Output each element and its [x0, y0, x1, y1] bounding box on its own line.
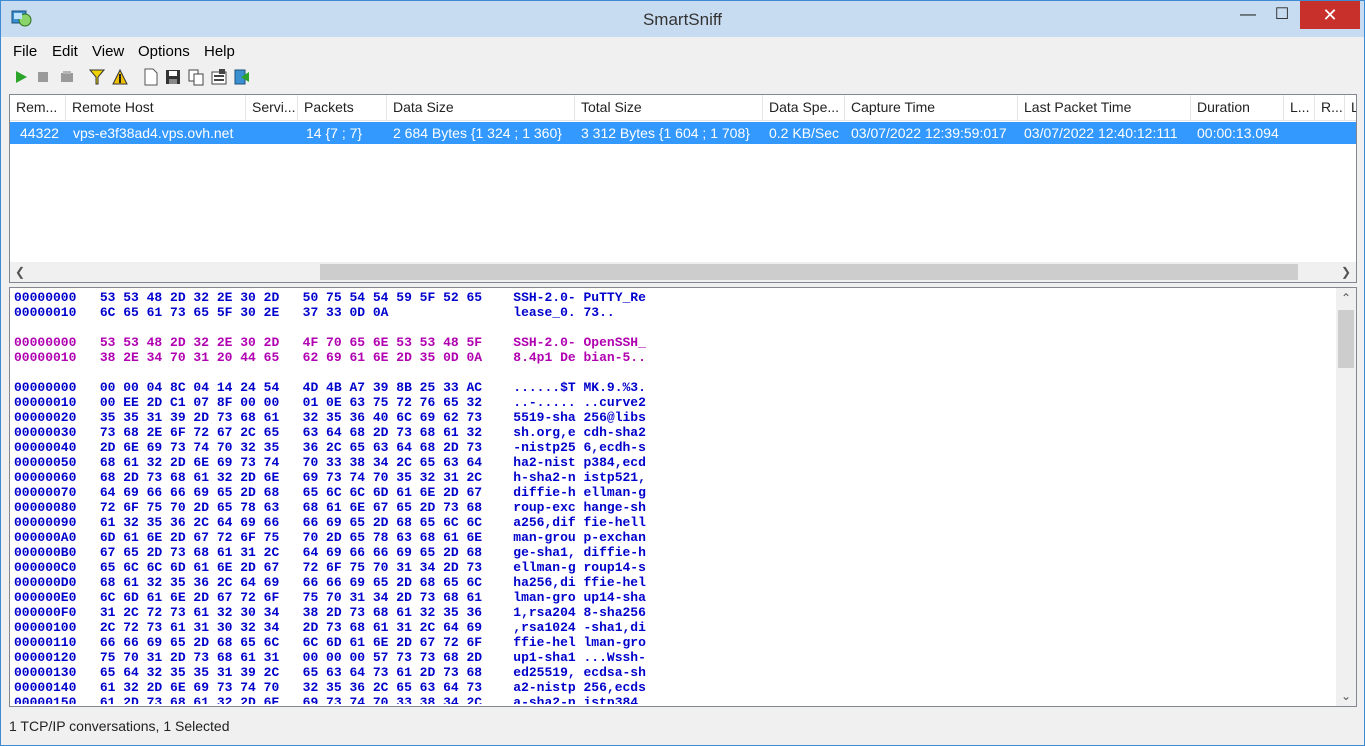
hex-dump-content: 00000000 53 53 48 2D 32 2E 30 2D 50 75 5… [14, 290, 1324, 704]
col-last-packet-time[interactable]: Last Packet Time [1018, 95, 1191, 120]
cell-duration: 00:00:13.094 [1197, 125, 1279, 141]
hex-line: 00000090 61 32 35 36 2C 64 69 66 66 69 6… [14, 515, 646, 530]
col-remote-port[interactable]: Rem... [10, 95, 66, 120]
hex-line: 00000000 53 53 48 2D 32 2E 30 2D 4F 70 6… [14, 335, 646, 350]
conversations-list[interactable]: Rem... Remote Host Servi... Packets Data… [9, 94, 1357, 283]
close-button[interactable]: ✕ [1300, 1, 1360, 29]
status-bar: 1 TCP/IP conversations, 1 Selected [9, 718, 230, 734]
hex-separator [14, 320, 1324, 335]
hex-line: 00000140 61 32 2D 6E 69 73 74 70 32 35 3… [14, 680, 646, 695]
scroll-up-icon[interactable]: ⌃ [1336, 288, 1356, 308]
start-capture-icon[interactable] [12, 68, 30, 86]
menu-options[interactable]: Options [138, 43, 190, 60]
cell-data-speed: 0.2 KB/Sec [769, 125, 840, 141]
hex-line: 00000030 73 68 2E 6F 72 67 2C 65 63 64 6… [14, 425, 646, 440]
col-data-size[interactable]: Data Size [387, 95, 575, 120]
col-local-port[interactable]: L [1345, 95, 1356, 120]
hex-line: 00000060 68 2D 73 68 61 32 2D 6E 69 73 7… [14, 470, 646, 485]
col-remote-address[interactable]: R... [1315, 95, 1345, 120]
toolbar [9, 65, 1359, 89]
hex-line: 00000010 38 2E 34 70 31 20 44 65 62 69 6… [14, 350, 646, 365]
hex-line: 00000040 2D 6E 69 73 74 70 32 35 36 2C 6… [14, 440, 646, 455]
scroll-right-icon[interactable]: ❯ [1336, 262, 1356, 282]
cell-total-size: 3 312 Bytes {1 604 ; 1 708} [581, 125, 750, 141]
hex-dump-pane[interactable]: 00000000 53 53 48 2D 32 2E 30 2D 50 75 5… [9, 287, 1357, 707]
new-icon[interactable] [142, 68, 160, 86]
menu-view[interactable]: View [92, 43, 124, 60]
horizontal-scrollbar[interactable]: ❮ ❯ [10, 262, 1356, 282]
hex-line: 00000000 53 53 48 2D 32 2E 30 2D 50 75 5… [14, 290, 646, 305]
hex-line: 00000010 00 EE 2D C1 07 8F 00 00 01 0E 6… [14, 395, 646, 410]
cell-data-size: 2 684 Bytes {1 324 ; 1 360} [393, 125, 562, 141]
list-header: Rem... Remote Host Servi... Packets Data… [10, 95, 1356, 121]
horizontal-scroll-thumb[interactable] [320, 264, 1298, 280]
hex-line: 00000100 2C 72 73 61 31 30 32 34 2D 73 6… [14, 620, 646, 635]
hex-line: 00000110 66 66 69 65 2D 68 65 6C 6C 6D 6… [14, 635, 646, 650]
cell-capture-time: 03/07/2022 12:39:59:017 [851, 125, 1007, 141]
hex-line: 000000F0 31 2C 72 73 61 32 30 34 38 2D 7… [14, 605, 646, 620]
exit-icon[interactable] [233, 68, 251, 86]
hex-line: 000000C0 65 6C 6C 6D 61 6E 2D 67 72 6F 7… [14, 560, 646, 575]
properties-icon[interactable] [210, 68, 228, 86]
copy-icon[interactable] [187, 68, 205, 86]
pause-icon[interactable] [58, 68, 76, 86]
menu-edit[interactable]: Edit [52, 43, 78, 60]
cell-remote-port: 44322 [20, 125, 59, 141]
col-duration[interactable]: Duration [1191, 95, 1284, 120]
maximize-button[interactable]: ☐ [1266, 1, 1298, 29]
scroll-down-icon[interactable]: ⌄ [1336, 686, 1356, 706]
title-bar[interactable]: SmartSniff — ☐ ✕ [1, 1, 1364, 37]
cell-last-packet-time: 03/07/2022 12:40:12:111 [1024, 125, 1178, 141]
col-remote-host[interactable]: Remote Host [66, 95, 246, 120]
hex-line: 000000B0 67 65 2D 73 68 61 31 2C 64 69 6… [14, 545, 646, 560]
display-filter-icon[interactable] [111, 68, 129, 86]
hex-line: 00000050 68 61 32 2D 6E 69 73 74 70 33 3… [14, 455, 646, 470]
table-row[interactable]: 44322 vps-e3f38ad4.vps.ovh.net 14 {7 ; 7… [10, 122, 1356, 144]
hex-line: 00000070 64 69 66 66 69 65 2D 68 65 6C 6… [14, 485, 646, 500]
menu-bar: File Edit View Options Help [9, 39, 1359, 63]
save-icon[interactable] [164, 68, 182, 86]
hex-line: 000000D0 68 61 32 35 36 2C 64 69 66 66 6… [14, 575, 646, 590]
hex-line: 000000E0 6C 6D 61 6E 2D 67 72 6F 75 70 3… [14, 590, 646, 605]
hex-line: 00000150 61 2D 73 68 61 32 2D 6E 69 73 7… [14, 695, 646, 704]
capture-filter-icon[interactable] [88, 68, 106, 86]
hex-line: 00000130 65 64 32 35 35 31 39 2C 65 63 6… [14, 665, 646, 680]
hex-separator [14, 365, 1324, 380]
col-capture-time[interactable]: Capture Time [845, 95, 1018, 120]
col-local-address[interactable]: L... [1284, 95, 1315, 120]
scroll-left-icon[interactable]: ❮ [10, 262, 30, 282]
col-total-size[interactable]: Total Size [575, 95, 763, 120]
cell-service [246, 122, 298, 144]
minimize-button[interactable]: — [1232, 1, 1264, 29]
hex-line: 00000080 72 6F 75 70 2D 65 78 63 68 61 6… [14, 500, 646, 515]
menu-help[interactable]: Help [204, 43, 235, 60]
hex-line: 00000000 00 00 04 8C 04 14 24 54 4D 4B A… [14, 380, 646, 395]
hex-line: 000000A0 6D 61 6E 2D 67 72 6F 75 70 2D 6… [14, 530, 646, 545]
cell-remote-host: vps-e3f38ad4.vps.ovh.net [73, 125, 234, 141]
hex-line: 00000020 35 35 31 39 2D 73 68 61 32 35 3… [14, 410, 646, 425]
vertical-scroll-thumb[interactable] [1338, 310, 1354, 368]
col-data-speed[interactable]: Data Spe... [763, 95, 845, 120]
col-packets[interactable]: Packets [298, 95, 387, 120]
window-title: SmartSniff [642, 10, 723, 29]
app-window: SmartSniff — ☐ ✕ File Edit View Options … [0, 0, 1365, 746]
cell-packets: 14 {7 ; 7} [306, 125, 363, 141]
vertical-scrollbar[interactable]: ⌃ ⌄ [1336, 288, 1356, 706]
menu-file[interactable]: File [13, 43, 37, 60]
hex-line: 00000120 75 70 31 2D 73 68 61 31 00 00 0… [14, 650, 646, 665]
stop-capture-icon[interactable] [34, 68, 52, 86]
hex-line: 00000010 6C 65 61 73 65 5F 30 2E 37 33 0… [14, 305, 615, 320]
col-service[interactable]: Servi... [246, 95, 298, 120]
